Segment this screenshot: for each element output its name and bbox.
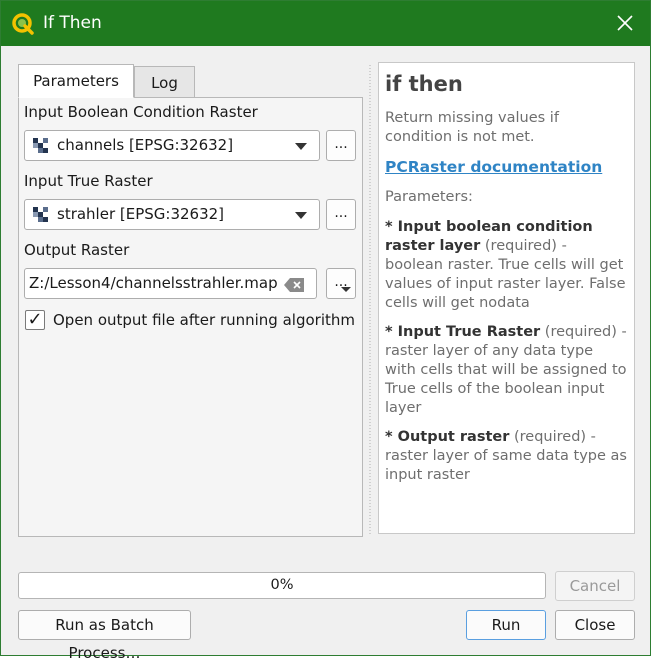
run-button[interactable]: Run bbox=[466, 610, 546, 640]
clear-text-icon[interactable] bbox=[284, 278, 304, 292]
help-param-condition: * Input boolean condition raster layer (… bbox=[385, 218, 628, 313]
true-raster-combo[interactable]: strahler [EPSG:32632] bbox=[24, 199, 320, 230]
splitter-handle[interactable] bbox=[366, 65, 374, 535]
chevron-down-icon bbox=[295, 143, 307, 150]
tab-log-label: Log bbox=[151, 74, 178, 92]
true-raster-browse-button[interactable]: ... bbox=[326, 199, 356, 230]
cancel-button[interactable]: Cancel bbox=[555, 571, 635, 601]
true-raster-label: Input True Raster bbox=[24, 172, 153, 190]
help-param-required: (required) bbox=[509, 429, 587, 445]
help-param-output: * Output raster (required) - raster laye… bbox=[385, 428, 628, 485]
help-param-star: * bbox=[385, 429, 398, 445]
qgis-logo-icon bbox=[12, 13, 34, 35]
output-browse-button[interactable]: ... bbox=[326, 268, 356, 299]
help-panel: if then Return missing values if conditi… bbox=[378, 62, 635, 534]
chevron-down-icon bbox=[295, 212, 307, 219]
close-button[interactable]: Close bbox=[555, 610, 635, 640]
help-param-required: (required) bbox=[480, 238, 557, 254]
condition-browse-button[interactable]: ... bbox=[326, 130, 356, 161]
help-param-name: Input True Raster bbox=[397, 324, 541, 340]
progress-bar: 0% bbox=[18, 572, 546, 599]
window-title: If Then bbox=[43, 13, 102, 33]
condition-raster-label: Input Boolean Condition Raster bbox=[24, 103, 258, 121]
raster-layer-icon bbox=[33, 138, 48, 153]
help-description: Return missing values if condition is no… bbox=[385, 110, 559, 145]
dropdown-arrow-icon bbox=[341, 287, 351, 292]
help-title: if then bbox=[385, 72, 463, 96]
condition-raster-value: channels [EPSG:32632] bbox=[57, 136, 234, 154]
condition-raster-combo[interactable]: channels [EPSG:32632] bbox=[24, 130, 320, 161]
tab-parameters[interactable]: Parameters bbox=[18, 64, 134, 98]
progress-text: 0% bbox=[270, 577, 294, 593]
open-output-checkbox[interactable]: ✓ bbox=[25, 310, 45, 330]
close-icon[interactable] bbox=[614, 12, 636, 34]
pcraster-documentation-link[interactable]: PCRaster documentation bbox=[385, 158, 628, 177]
help-param-star: * bbox=[385, 324, 398, 340]
output-raster-value: Z:/Lesson4/channelsstrahler.map bbox=[29, 274, 278, 292]
tab-parameters-label: Parameters bbox=[33, 72, 119, 90]
help-param-name: Output raster bbox=[397, 429, 510, 445]
run-as-batch-button[interactable]: Run as Batch Process… bbox=[18, 610, 191, 662]
output-raster-label: Output Raster bbox=[24, 241, 130, 259]
help-parameters-heading: Parameters: bbox=[385, 189, 473, 205]
if-then-dialog: If Then Parameters Log Input Boolean Con… bbox=[0, 0, 651, 662]
help-param-required: (required) bbox=[540, 324, 617, 340]
true-raster-value: strahler [EPSG:32632] bbox=[57, 205, 225, 223]
tab-log[interactable]: Log bbox=[134, 66, 195, 98]
raster-layer-icon bbox=[33, 207, 48, 222]
help-param-star: * bbox=[385, 219, 398, 235]
help-param-true-raster: * Input True Raster (required) - raster … bbox=[385, 323, 628, 418]
title-bar: If Then bbox=[1, 1, 650, 46]
open-output-label: Open output file after running algorithm bbox=[53, 311, 355, 329]
output-raster-input[interactable]: Z:/Lesson4/channelsstrahler.map bbox=[24, 268, 317, 299]
